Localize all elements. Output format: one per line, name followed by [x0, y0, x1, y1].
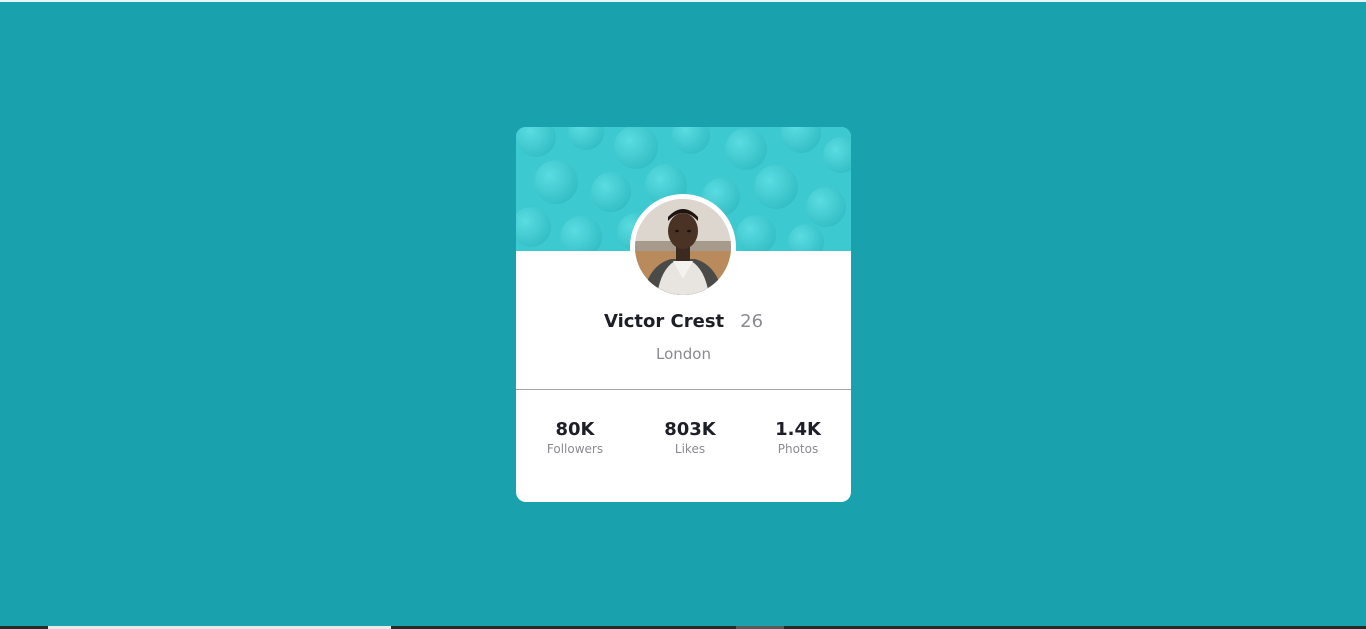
profile-name: Victor Crest	[603, 311, 725, 332]
stat-label: Photos	[777, 442, 819, 456]
profile-card: Victor Crest 26 London 80K Followers 803K…	[516, 127, 851, 502]
name-row: Victor Crest 26	[516, 310, 851, 334]
profile-location: London	[656, 345, 711, 363]
user-photo-icon	[635, 199, 731, 295]
stat-photos[interactable]: 1.4K Photos	[738, 419, 851, 457]
stat-value: 803K	[664, 419, 716, 440]
stat-label: Likes	[674, 442, 706, 456]
profile-age: 26	[740, 311, 764, 332]
stat-likes[interactable]: 803K Likes	[630, 419, 750, 457]
window-top-edge	[0, 0, 1366, 2]
avatar-photo	[635, 199, 731, 295]
stat-value: 80K	[555, 419, 595, 440]
stat-followers[interactable]: 80K Followers	[516, 419, 635, 457]
avatar[interactable]	[630, 194, 736, 300]
stat-value: 1.4K	[775, 419, 821, 440]
stat-label: Followers	[546, 442, 604, 456]
divider	[516, 389, 851, 390]
